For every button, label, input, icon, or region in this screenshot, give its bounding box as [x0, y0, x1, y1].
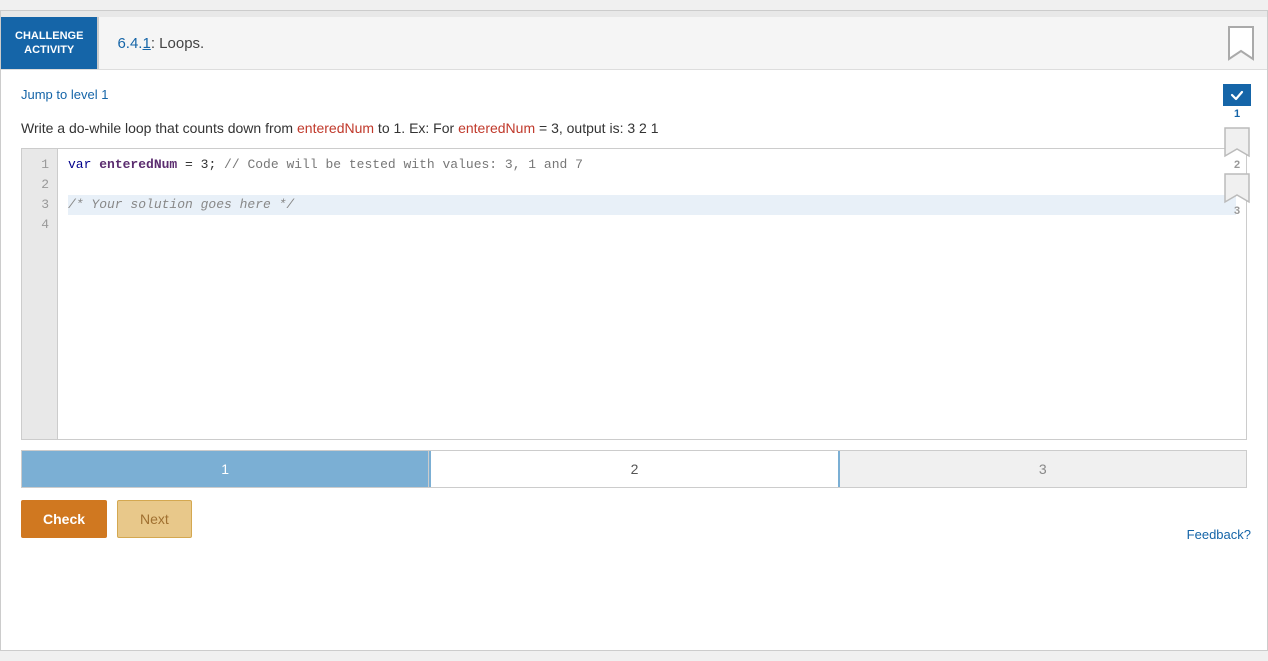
challenge-activity-label: CHALLENGE ACTIVITY: [1, 17, 97, 69]
main-container: CHALLENGE ACTIVITY 6.4.1: Loops. 1: [0, 10, 1268, 651]
challenge-header: CHALLENGE ACTIVITY 6.4.1: Loops.: [1, 17, 1267, 70]
instruction-end: = 3, output is: 3 2 1: [535, 120, 658, 136]
check-button[interactable]: Check: [21, 500, 107, 538]
instruction-before: Write a do-while loop that counts down f…: [21, 120, 297, 136]
instruction-middle: to 1. Ex: For: [374, 120, 458, 136]
code-editor[interactable]: 1 2 3 4 var enteredNum = 3; // Code will…: [21, 148, 1247, 440]
line-num-4: 4: [30, 215, 49, 235]
code-line-2: [68, 175, 1236, 195]
code-content[interactable]: var enteredNum = 3; // Code will be test…: [58, 149, 1246, 439]
badge-1-number: 1: [1234, 108, 1240, 120]
bookmark-icon[interactable]: [1215, 17, 1267, 69]
line-numbers: 1 2 3 4: [22, 149, 58, 439]
button-row: Check Next: [21, 500, 1247, 538]
challenge-title-link[interactable]: 1: [142, 35, 150, 52]
line-num-3: 3: [30, 195, 49, 215]
level-badges: 1 2 3: [1221, 84, 1253, 212]
badge-3-number: 3: [1234, 205, 1240, 217]
instruction-text: Write a do-while loop that counts down f…: [21, 120, 1247, 136]
level-badge-3[interactable]: 3: [1221, 176, 1253, 212]
instruction-highlight1: enteredNum: [297, 120, 374, 136]
challenge-title-suffix: : Loops.: [151, 35, 204, 52]
jump-to-level-link[interactable]: Jump to level 1: [21, 87, 108, 102]
step-tab-2[interactable]: 2: [429, 451, 839, 487]
challenge-title-prefix: 6.4.: [117, 35, 142, 52]
step-tabs: 1 2 3: [21, 450, 1247, 488]
next-button[interactable]: Next: [117, 500, 192, 538]
badge-2-number: 2: [1234, 159, 1240, 171]
main-content: 1 2 3 Jump t: [1, 70, 1267, 554]
line-num-2: 2: [30, 175, 49, 195]
level-badge-1[interactable]: 1: [1221, 84, 1253, 120]
code-line-3: /* Your solution goes here */: [68, 195, 1236, 215]
step-tab-3[interactable]: 3: [840, 451, 1246, 487]
code-line-1: var enteredNum = 3; // Code will be test…: [68, 155, 1236, 175]
code-line-4: [68, 215, 1236, 235]
feedback-link[interactable]: Feedback?: [1187, 527, 1251, 542]
challenge-title: 6.4.1: Loops.: [97, 17, 1215, 69]
step-tab-1[interactable]: 1: [22, 451, 429, 487]
instruction-highlight2: enteredNum: [458, 120, 535, 136]
line-num-1: 1: [30, 155, 49, 175]
level-badge-2[interactable]: 2: [1221, 130, 1253, 166]
